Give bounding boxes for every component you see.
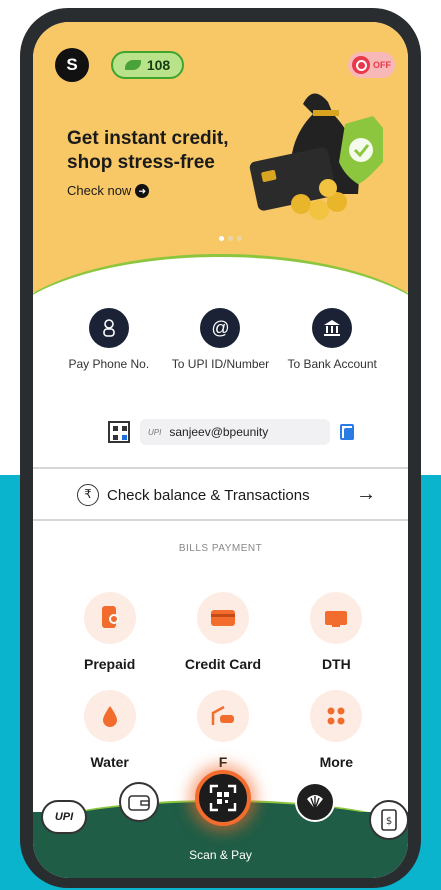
bill-dth-label: DTH [321,656,351,672]
rewards-shell-icon[interactable] [295,782,335,822]
dth-icon [310,592,363,644]
bank-icon [312,308,353,348]
bill-prepaid-button[interactable]: Prepaid [53,592,166,672]
scan-and-pay-button[interactable] [195,770,251,826]
pay-bank-account-button[interactable]: To Bank Account [282,308,382,373]
qr-scan-icon [209,784,237,812]
pay-bank-label: To Bank Account [287,357,377,371]
copy-icon[interactable] [340,424,354,440]
svg-text:$: $ [386,816,392,827]
phone-icon [88,308,129,348]
check-balance-label: Check balance & Transactions [107,486,310,504]
more-grid-icon [310,690,363,742]
bill-dth-button[interactable]: DTH [280,592,393,672]
upi-id-display: UPI sanjeev@bpeunity [140,419,330,445]
bill-prepaid-label: Prepaid [83,656,136,672]
carousel-dot [219,236,224,241]
pay-phone-label: Pay Phone No. [68,357,150,371]
rewards-points-badge[interactable]: 108 [111,51,184,79]
upi-logo-text: UPI [54,811,74,823]
app-screen: S 108 OFF Get instant credit, shop stres… [33,22,408,878]
promo-link-label: Check now [67,183,132,198]
pay-upi-id-button[interactable]: @ To UPI ID/Number [170,308,270,373]
bills-payment-header: BILLS PAYMENT [178,543,263,554]
pay-options: Pay Phone No. @ To UPI ID/Number To Bank… [33,308,408,373]
avatar[interactable]: S [55,48,89,82]
promo-title: Get instant credit, shop stress-free [67,128,229,173]
bill-fastag-label: F [218,754,228,770]
divider [33,467,408,469]
scan-and-pay-label: Scan & Pay [189,848,252,862]
credit-card-icon [196,592,249,644]
arrow-right-icon: ➜ [135,183,150,198]
wallet-icon[interactable] [119,782,159,822]
carousel-dots[interactable] [219,236,242,241]
bill-water-button[interactable]: Water [53,690,166,770]
bill-receipt-icon[interactable]: $ [369,800,408,840]
carousel-dot [237,236,242,241]
qr-code-icon[interactable] [108,421,130,443]
divider [33,519,408,521]
bill-more-label: More [319,754,354,770]
bill-credit-card-button[interactable]: Credit Card [166,592,279,672]
bill-fastag-button[interactable]: F [166,690,279,770]
rupee-icon: ₹ [77,484,99,506]
leaf-icon [124,60,141,70]
promo-check-now-link[interactable]: Check now ➜ [67,183,150,198]
upi-tag: UPI [148,427,162,437]
privacy-toggle[interactable]: OFF [348,52,395,78]
bill-water-label: Water [90,754,129,770]
bill-more-button[interactable]: More [280,690,393,770]
upi-id-row: UPI sanjeev@bpeunity [108,417,368,447]
pay-upi-label: To UPI ID/Number [171,357,270,371]
points-value: 108 [146,57,171,73]
upi-logo-icon[interactable]: UPI [41,800,87,834]
pay-phone-number-button[interactable]: Pay Phone No. [59,308,159,373]
toggle-label: OFF [373,60,391,70]
bills-grid: Prepaid Credit Card DTH Water F More [53,592,393,770]
arrow-right-icon: → [356,483,376,505]
prepaid-mobile-icon [83,592,136,644]
fastag-icon [196,690,249,742]
credit-card-money-bag-illustration [249,93,383,220]
upi-id-text: sanjeev@bpeunity [169,425,269,439]
bill-credit-card-label: Credit Card [184,656,262,672]
carousel-dot [228,236,233,241]
toggle-knob-icon [352,56,370,74]
at-icon: @ [200,308,241,348]
water-drop-icon [83,690,136,742]
check-balance-button[interactable]: ₹ Check balance & Transactions → [33,470,408,520]
